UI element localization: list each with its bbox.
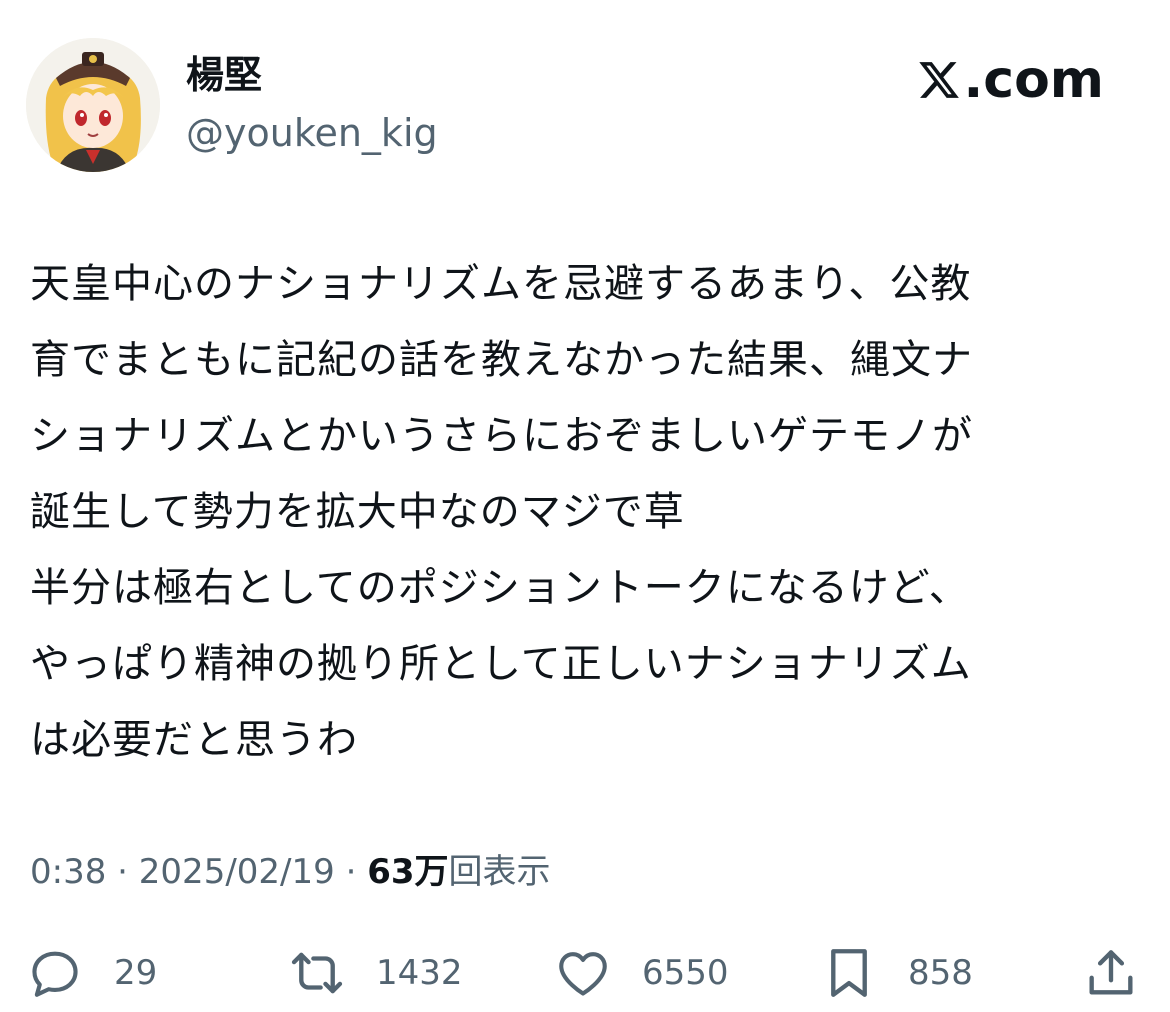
- repost-icon: [291, 952, 343, 994]
- share-icon: [1089, 950, 1133, 995]
- meta-separator: ·: [334, 852, 368, 892]
- avatar[interactable]: [26, 38, 160, 172]
- x-logo-icon: [918, 62, 959, 98]
- avatar-image: [26, 38, 160, 172]
- reply-icon: [32, 951, 78, 997]
- views-count: 63万: [367, 852, 449, 892]
- brand-domain: .com: [963, 50, 1105, 110]
- tweet-line: 天皇中心のナショナリズムを忌避するあまり、公教: [30, 261, 972, 307]
- heart-icon: [559, 952, 607, 996]
- reply-button[interactable]: 29: [26, 940, 157, 1006]
- views-label: 回表示: [448, 852, 551, 892]
- tweet-time[interactable]: 0:38: [30, 852, 106, 892]
- tweet-line: は必要だと思うわ: [30, 717, 358, 763]
- reply-count: 29: [114, 953, 158, 993]
- display-name[interactable]: 楊堅: [186, 50, 262, 100]
- repost-count: 1432: [376, 953, 463, 993]
- tweet-line: 半分は極右としてのポジショントークになるけど、: [30, 565, 970, 611]
- tweet-line: 育でまともに記紀の話を教えなかった結果、縄文ナ: [30, 337, 973, 383]
- share-button[interactable]: [1082, 940, 1140, 1006]
- meta-separator: ·: [106, 852, 139, 892]
- bookmark-button[interactable]: 858: [820, 940, 973, 1006]
- tweet-line: ショナリズムとかいうさらにおぞましいゲテモノが: [30, 413, 973, 459]
- brand-logo: .com: [916, 50, 1105, 110]
- bookmark-icon: [831, 949, 867, 997]
- repost-button[interactable]: 1432: [288, 940, 463, 1006]
- like-count: 6550: [642, 953, 729, 993]
- user-handle[interactable]: @youken_kig: [186, 108, 438, 158]
- tweet-text: 天皇中心のナショナリズムを忌避するあまり、公教 育でまともに記紀の話を教えなかっ…: [30, 246, 1140, 778]
- tweet-line: やっぱり精神の拠り所として正しいナショナリズム: [30, 641, 972, 687]
- tweet-line: 誕生して勢力を拡大中なのマジで草: [30, 489, 685, 535]
- tweet-meta: 0:38 · 2025/02/19 · 63万回表示: [30, 848, 551, 896]
- tweet-date[interactable]: 2025/02/19: [139, 852, 335, 892]
- like-button[interactable]: 6550: [554, 940, 729, 1006]
- bookmark-count: 858: [908, 953, 973, 993]
- action-bar: 29 1432 6550 858: [26, 940, 1146, 1006]
